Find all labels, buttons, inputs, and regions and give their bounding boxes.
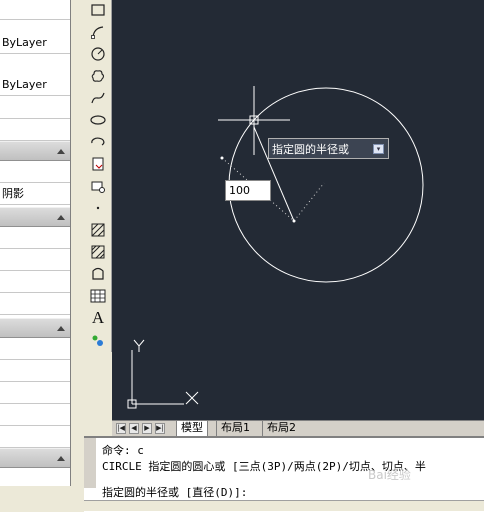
table-icon[interactable] bbox=[87, 286, 109, 306]
property-value: ByLayer bbox=[2, 36, 47, 49]
tab-layout2[interactable]: 布局2 bbox=[262, 421, 300, 436]
property-row[interactable] bbox=[0, 249, 70, 271]
rectangle-icon[interactable] bbox=[87, 0, 109, 20]
options-dropdown-button[interactable]: ▾ bbox=[373, 144, 384, 154]
status-bar bbox=[84, 500, 484, 511]
section-header-misc[interactable] bbox=[0, 448, 70, 468]
prev-tab-icon[interactable]: ◀ bbox=[129, 423, 139, 434]
collapse-icon[interactable] bbox=[57, 149, 65, 154]
command-window-grip[interactable] bbox=[84, 438, 96, 488]
dynamic-input-tooltip: 指定圆的半径或 ▾ bbox=[268, 138, 389, 159]
panel-splitter[interactable] bbox=[71, 0, 84, 486]
gradient-icon[interactable] bbox=[87, 242, 109, 262]
property-row[interactable] bbox=[0, 271, 70, 293]
property-value: ByLayer bbox=[2, 78, 47, 91]
circle-icon[interactable] bbox=[87, 44, 109, 64]
add-selected-icon[interactable] bbox=[87, 330, 109, 350]
tab-layout1[interactable]: 布局1 bbox=[216, 421, 254, 436]
point-icon[interactable] bbox=[87, 198, 109, 218]
insert-block-icon[interactable] bbox=[87, 154, 109, 174]
collapse-icon[interactable] bbox=[57, 326, 65, 331]
hatch-icon[interactable] bbox=[87, 220, 109, 240]
ellipse-icon[interactable] bbox=[87, 110, 109, 130]
draw-toolbar: A bbox=[84, 0, 112, 352]
spline-icon[interactable] bbox=[87, 88, 109, 108]
property-row[interactable] bbox=[0, 0, 70, 20]
revision-cloud-icon[interactable] bbox=[87, 66, 109, 86]
section-header-plot[interactable] bbox=[0, 207, 70, 227]
first-tab-icon[interactable]: |◀ bbox=[116, 423, 126, 434]
section-header-view[interactable] bbox=[0, 318, 70, 338]
property-row[interactable] bbox=[0, 426, 70, 448]
tab-model[interactable]: 模型 bbox=[176, 421, 208, 437]
ellipse-arc-icon[interactable] bbox=[87, 132, 109, 152]
property-row[interactable] bbox=[0, 404, 70, 426]
drawing-canvas bbox=[127, 86, 424, 409]
arc-icon[interactable] bbox=[87, 22, 109, 42]
dimension-point bbox=[220, 156, 224, 160]
watermark: Bai经验 bbox=[368, 468, 411, 482]
dimension-point bbox=[292, 219, 296, 223]
property-row[interactable] bbox=[0, 338, 70, 360]
property-row-lineweight[interactable]: ByLayer bbox=[0, 74, 70, 96]
property-row[interactable] bbox=[0, 360, 70, 382]
property-row[interactable] bbox=[0, 119, 70, 141]
region-icon[interactable] bbox=[87, 264, 109, 284]
collapse-icon[interactable] bbox=[57, 215, 65, 220]
section-header-3d[interactable] bbox=[0, 141, 70, 161]
property-row-shadow[interactable]: 阴影 bbox=[0, 183, 70, 205]
make-block-icon[interactable] bbox=[87, 176, 109, 196]
property-row[interactable] bbox=[0, 382, 70, 404]
next-tab-icon[interactable]: ▶ bbox=[142, 423, 152, 434]
last-tab-icon[interactable]: ▶| bbox=[155, 423, 165, 434]
layout-tabs-bar: |◀ ◀ ▶ ▶| 模型 布局1 布局2 bbox=[112, 420, 484, 437]
collapse-icon[interactable] bbox=[57, 456, 65, 461]
property-row[interactable] bbox=[0, 161, 70, 183]
property-row[interactable] bbox=[0, 227, 70, 249]
properties-panel: ByLayer ByLayer 阴影 bbox=[0, 0, 71, 486]
tooltip-prompt: 指定圆的半径或 bbox=[272, 143, 349, 156]
property-row-linetype[interactable]: ByLayer bbox=[0, 32, 70, 54]
dynamic-input-field[interactable]: 100 bbox=[225, 180, 271, 201]
command-history-line: 命令: c bbox=[102, 444, 144, 457]
command-prompt[interactable]: 指定圆的半径或 [直径(D)]: bbox=[102, 484, 247, 500]
multiline-text-icon[interactable]: A bbox=[87, 308, 109, 328]
property-row[interactable] bbox=[0, 97, 70, 119]
drawing-area[interactable] bbox=[112, 0, 484, 420]
property-row[interactable] bbox=[0, 468, 70, 486]
ucs-icon bbox=[127, 339, 199, 409]
property-row[interactable] bbox=[0, 293, 70, 315]
